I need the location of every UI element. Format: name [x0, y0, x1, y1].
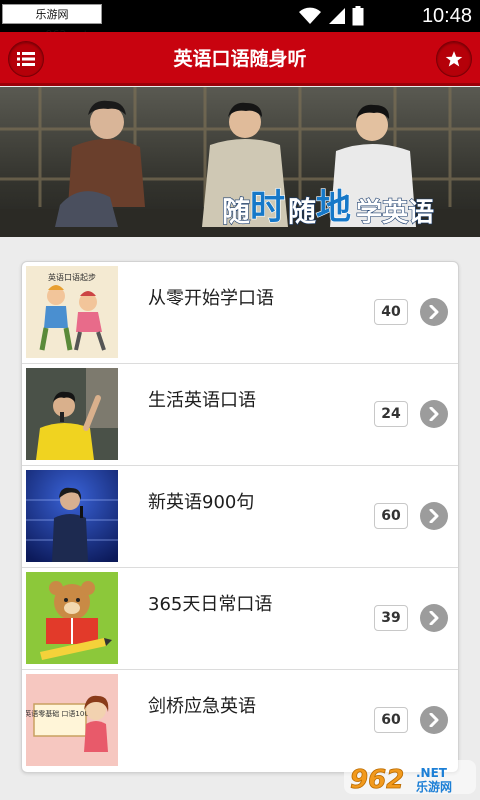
- chevron-right-icon: [429, 713, 439, 727]
- lesson-title: 剑桥应急英语: [148, 696, 256, 717]
- list-item[interactable]: 365天日常口语 39: [22, 568, 458, 670]
- banner-slogan-char-1: 随: [222, 195, 250, 228]
- list-item[interactable]: 英语零基础 口语100句 剑桥应急英语 60: [22, 670, 458, 772]
- lesson-count-badge: 24: [374, 401, 408, 427]
- lesson-count-badge: 60: [374, 503, 408, 529]
- page-title: 英语口语随身听: [173, 48, 307, 70]
- open-lesson-button[interactable]: [420, 604, 448, 632]
- star-icon: [445, 51, 463, 67]
- promo-banner[interactable]: 随 时 随 地 学英语: [0, 87, 480, 237]
- banner-photo: 随 时 随 地 学英语: [0, 87, 480, 237]
- list-item[interactable]: 新英语900句 60: [22, 466, 458, 568]
- banner-slogan-rest: 学英语: [356, 197, 434, 228]
- menu-button[interactable]: [8, 41, 44, 77]
- lesson-count-badge: 60: [374, 707, 408, 733]
- open-lesson-button[interactable]: [420, 502, 448, 530]
- lesson-title: 生活英语口语: [148, 390, 256, 411]
- wifi-icon: [299, 7, 321, 24]
- watermark-label: 乐游网: [416, 779, 452, 794]
- thumbnail-caption: 英语零基础 口语100句: [26, 709, 96, 718]
- list-item[interactable]: 英语口语起步 从零开始学口语 40: [22, 262, 458, 364]
- chevron-right-icon: [429, 611, 439, 625]
- chevron-right-icon: [429, 407, 439, 421]
- banner-slogan-char-2: 时: [250, 188, 285, 228]
- favorite-button[interactable]: [436, 41, 472, 77]
- watermark-number: 962: [350, 765, 404, 795]
- lesson-title: 从零开始学口语: [148, 288, 274, 309]
- lesson-thumbnail: [26, 368, 118, 460]
- lesson-title: 365天日常口语: [148, 594, 273, 615]
- chevron-right-icon: [429, 305, 439, 319]
- watermark-suffix: .NET: [416, 766, 448, 780]
- watermark-badge: 乐游网 www.962.net: [2, 4, 102, 41]
- thumbnail-caption: 英语口语起步: [48, 272, 96, 282]
- status-clock: 10:48: [421, 5, 472, 27]
- open-lesson-button[interactable]: [420, 706, 448, 734]
- list-icon: [17, 52, 35, 66]
- signal-icon: [329, 8, 345, 24]
- banner-slogan-char-3: 随: [288, 195, 316, 228]
- lesson-thumbnail: 英语零基础 口语100句: [26, 674, 118, 766]
- status-icons: [298, 6, 364, 26]
- status-bar: 乐游网 www.962.net 10:48: [0, 0, 480, 41]
- site-watermark-logo: 962 .NET 乐游网: [344, 758, 476, 796]
- lesson-thumbnail: [26, 470, 118, 562]
- lesson-title: 新英语900句: [148, 492, 255, 513]
- chevron-right-icon: [429, 509, 439, 523]
- open-lesson-button[interactable]: [420, 298, 448, 326]
- list-item[interactable]: 生活英语口语 24: [22, 364, 458, 466]
- lesson-count-badge: 39: [374, 605, 408, 631]
- lesson-list: 英语口语起步 从零开始学口语 40 生活英语口语 24 新英语900句 60 3…: [21, 261, 459, 773]
- lesson-count-badge: 40: [374, 299, 408, 325]
- battery-icon: [352, 6, 364, 26]
- lesson-thumbnail: [26, 572, 118, 664]
- app-bar: 英语口语随身听: [0, 32, 480, 86]
- lesson-thumbnail: 英语口语起步: [26, 266, 118, 358]
- banner-slogan-char-4: 地: [316, 188, 351, 228]
- open-lesson-button[interactable]: [420, 400, 448, 428]
